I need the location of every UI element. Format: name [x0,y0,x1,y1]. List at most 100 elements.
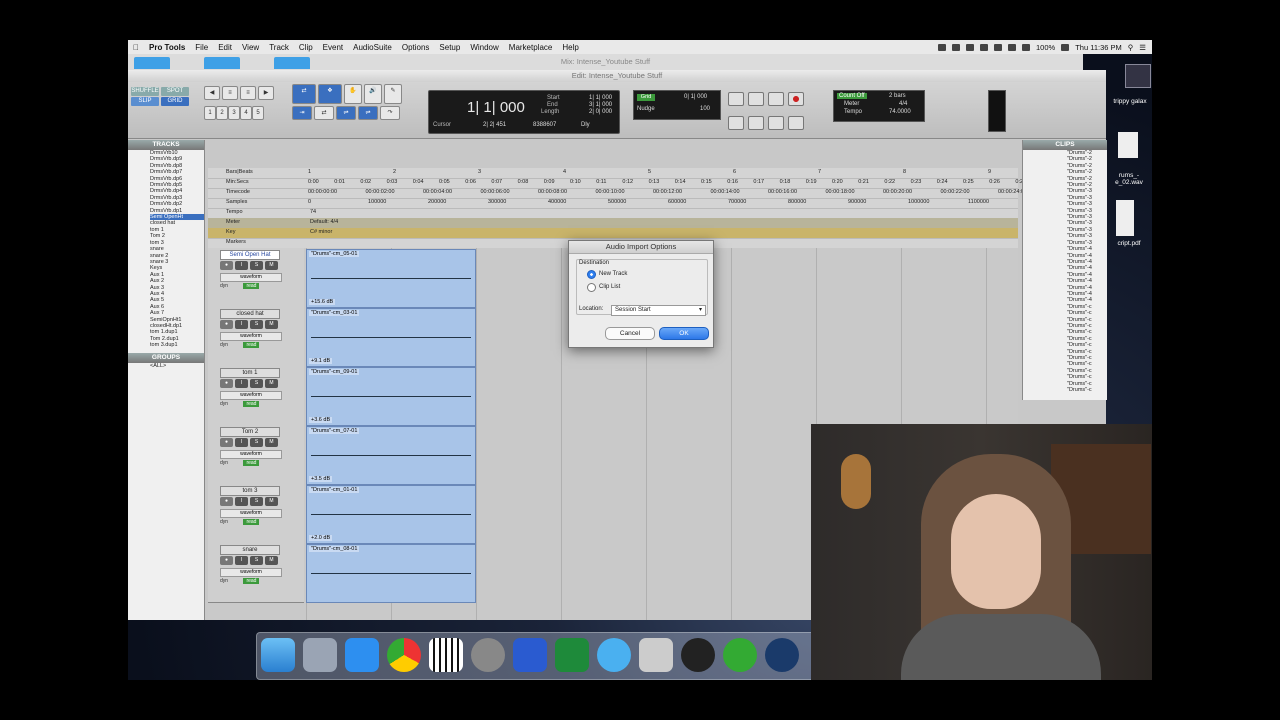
spotlight-icon[interactable]: ⚲ [1128,43,1134,52]
rewind-icon[interactable] [748,116,764,130]
zoomer-tool-icon[interactable]: ⇄ [292,84,316,104]
edit-window-title[interactable]: Edit: Intense_Youtube Stuff [128,70,1106,82]
zoom-in-icon[interactable]: ▶ [258,86,274,100]
menu-options[interactable]: Options [397,43,435,52]
solo-button[interactable]: S [250,261,263,270]
track-view-select[interactable]: waveform [220,509,282,518]
word-icon[interactable] [513,638,547,672]
read-label[interactable]: read [243,342,260,348]
mute-button[interactable]: M [265,261,278,270]
excel-icon[interactable] [555,638,589,672]
zoom-preset-5[interactable]: 5 [252,106,264,120]
track-name[interactable]: Tom 2 [220,427,280,437]
launchpad-icon[interactable] [303,638,337,672]
solo-button[interactable]: S [250,438,263,447]
automation-mode[interactable]: dyn read [220,342,280,349]
pro-tools-icon[interactable] [681,638,715,672]
input-monitor-button[interactable]: I [235,379,248,388]
mute-button[interactable]: M [265,556,278,565]
menu-audiosuite[interactable]: AudioSuite [348,43,397,52]
desktop-file-label[interactable]: trippy galax [1108,98,1152,105]
audio-clip[interactable]: "Drums"-cm_09-01 +3.6 dB [306,367,476,426]
wifi-icon[interactable] [1008,43,1017,51]
input-monitor-button[interactable]: I [235,320,248,329]
mirror-midi-icon[interactable]: ⇄ [314,106,334,120]
return-to-zero-icon[interactable] [728,116,744,130]
read-label[interactable]: read [243,578,260,584]
grabber-tool-icon[interactable]: ✋ [344,84,362,104]
record-enable-button[interactable]: ● [220,497,233,506]
count-off-bars[interactable]: 2 bars [889,93,906,99]
track-view-select[interactable]: waveform [220,273,282,282]
timemachine-icon[interactable] [980,43,989,51]
finder-icon[interactable] [261,638,295,672]
apple-icon[interactable]:  [128,43,144,52]
clip-list-item[interactable]: "Drums"-c [1067,387,1107,393]
track-header[interactable]: tom 3 ● I S Mwaveform dyn read [208,484,304,544]
automation-mode[interactable]: dyn read [220,578,280,585]
folder-icon[interactable] [204,57,240,69]
automation-mode[interactable]: dyn read [220,519,280,526]
menu-marketplace[interactable]: Marketplace [504,43,558,52]
menu-app-name[interactable]: Pro Tools [144,43,190,52]
track-view-select[interactable]: waveform [220,391,282,400]
track-name[interactable]: Semi Open Hat [220,250,280,260]
tracks-header[interactable]: TRACKS [128,140,204,150]
track-list-item[interactable]: tom 3.dup1 [150,342,204,348]
automation-mode[interactable]: dyn read [220,401,280,408]
link-timeline-icon[interactable]: ⇌ [336,106,356,120]
new-track-label[interactable]: New Track [599,271,627,277]
track-name[interactable]: tom 3 [220,486,280,496]
menu-view[interactable]: View [237,43,264,52]
track-name[interactable]: tom 1 [220,368,280,378]
audio-clip[interactable]: "Drums"-cm_03-01 +9.1 dB [306,308,476,367]
location-select[interactable]: Session Start ▾ [611,305,706,316]
link-track-icon[interactable]: ⇌ [358,106,378,120]
track-view-select[interactable]: waveform [220,332,282,341]
zoom-preset-1[interactable]: 1 [204,106,216,120]
mute-button[interactable]: M [265,497,278,506]
desktop-image-icon[interactable] [1125,64,1151,88]
track-header[interactable]: Tom 2 ● I S Mwaveform dyn read [208,425,304,485]
mix-window-titlebar[interactable]: Mix: Intense_Youtube Stuff [128,54,1083,71]
record-enable-button[interactable]: ● [220,438,233,447]
menu-clip[interactable]: Clip [294,43,318,52]
desktop-wav-label[interactable]: rums_- e_02.wav [1107,172,1151,186]
track-view-select[interactable]: waveform [220,450,282,459]
read-label[interactable]: read [243,460,260,466]
status-icon[interactable] [938,43,947,51]
clip-list-radio[interactable] [587,283,596,292]
zoom-midi-icon[interactable]: ≡ [240,86,256,100]
track-header[interactable]: snare ● I S Mwaveform dyn read [208,543,304,603]
solo-button[interactable]: S [250,497,263,506]
record-enable-button[interactable]: ● [220,320,233,329]
volume-icon[interactable] [1022,43,1031,51]
messages-icon[interactable] [597,638,631,672]
length-value[interactable]: 2| 0| 000 [589,109,612,115]
mute-button[interactable]: M [265,320,278,329]
desktop-pdf-label[interactable]: cript.pdf [1107,240,1151,247]
read-label[interactable]: read [243,519,260,525]
mute-button[interactable]: M [265,379,278,388]
folder-icon[interactable] [134,57,170,69]
track-view-select[interactable]: waveform [220,568,282,577]
zoom-preset-3[interactable]: 3 [228,106,240,120]
new-track-radio[interactable] [587,270,596,279]
shuffle-mode-button[interactable]: SHUFFLE [131,87,159,96]
piano-icon[interactable] [429,638,463,672]
menu-edit[interactable]: Edit [213,43,237,52]
pdf-icon[interactable] [1116,200,1134,236]
audio-clip[interactable]: "Drums"-cm_01-01 +2.0 dB [306,485,476,544]
waves-icon[interactable] [765,638,799,672]
grid-mode-button[interactable]: GRID [161,97,189,106]
start-value[interactable]: 1| 1| 000 [589,95,612,101]
battery-icon[interactable] [1061,43,1070,51]
document-icon[interactable] [1118,132,1138,158]
menu-window[interactable]: Window [465,43,503,52]
solo-button[interactable]: S [250,379,263,388]
grid-value[interactable]: 0| 1| 000 [684,94,707,100]
audio-clip[interactable]: "Drums"-cm_05-01 +15.6 dB [306,249,476,308]
track-header[interactable]: tom 1 ● I S Mwaveform dyn read [208,366,304,426]
menu-event[interactable]: Event [318,43,348,52]
wsg-studio-icon[interactable] [723,638,757,672]
